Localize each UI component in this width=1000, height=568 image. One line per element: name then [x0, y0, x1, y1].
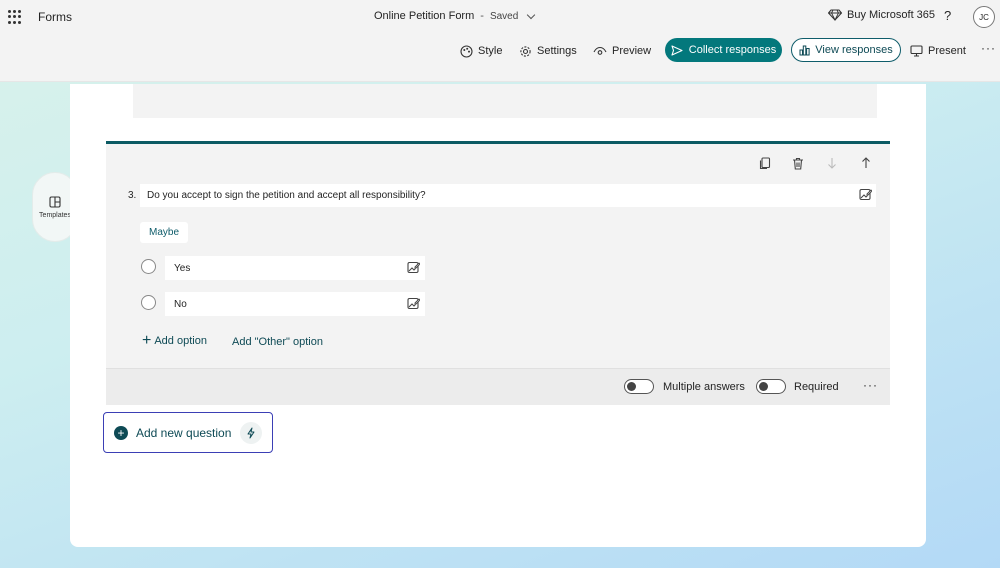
- chart-icon: [799, 45, 810, 55]
- document-title-area[interactable]: Online Petition Form - Saved: [374, 10, 536, 22]
- avatar[interactable]: JC: [973, 6, 995, 28]
- add-other-option-button[interactable]: Add "Other" option: [232, 336, 323, 348]
- toggle-knob: [627, 382, 636, 391]
- option-input[interactable]: Yes: [165, 256, 425, 280]
- view-responses-label: View responses: [815, 44, 893, 56]
- document-title[interactable]: Online Petition Form: [374, 10, 474, 22]
- multiple-answers-label: Multiple answers: [663, 381, 745, 393]
- multiple-answers-toggle[interactable]: [624, 379, 654, 394]
- buy-microsoft-365-button[interactable]: Buy Microsoft 365: [828, 9, 935, 21]
- arrow-up-icon: [862, 157, 870, 168]
- trash-icon: [793, 157, 803, 170]
- question-text-input[interactable]: Do you accept to sign the petition and a…: [140, 184, 876, 207]
- option-radio[interactable]: [141, 259, 156, 274]
- arrow-down-icon: [828, 158, 836, 169]
- option-media-button[interactable]: [407, 297, 421, 315]
- style-label: Style: [478, 45, 503, 57]
- plus-circle-icon: +: [114, 425, 128, 440]
- option-input[interactable]: No: [165, 292, 425, 316]
- image-edit-icon: [859, 188, 873, 201]
- templates-icon: [49, 195, 61, 208]
- add-option-label: Add option: [154, 335, 207, 347]
- collect-responses-button[interactable]: Collect responses: [665, 38, 782, 62]
- style-button[interactable]: Style: [460, 42, 502, 60]
- question-number: 3.: [128, 190, 137, 201]
- preview-label: Preview: [612, 45, 652, 57]
- delete-question-button[interactable]: [791, 156, 805, 170]
- present-label: Present: [928, 45, 966, 57]
- send-icon: [671, 44, 683, 56]
- move-up-button[interactable]: [859, 156, 873, 170]
- more-options-button[interactable]: ···: [981, 41, 996, 55]
- present-button[interactable]: Present: [910, 42, 966, 60]
- help-button[interactable]: ?: [944, 8, 951, 23]
- buy-label: Buy Microsoft 365: [847, 9, 936, 21]
- app-grid-icon[interactable]: [8, 10, 22, 24]
- add-new-question-label: Add new question: [136, 425, 232, 440]
- image-edit-icon: [407, 261, 421, 274]
- move-down-button[interactable]: [825, 156, 839, 170]
- diamond-icon: [828, 9, 842, 21]
- preview-button[interactable]: Preview: [593, 42, 651, 60]
- required-label: Required: [794, 381, 839, 393]
- previous-question-card[interactable]: [133, 84, 877, 118]
- suggested-option-chip[interactable]: Maybe: [140, 222, 189, 243]
- save-status: Saved: [489, 10, 519, 22]
- option-media-button[interactable]: [407, 261, 421, 279]
- question-more-button[interactable]: ···: [863, 378, 878, 392]
- view-responses-button[interactable]: View responses: [791, 38, 901, 62]
- insert-media-button[interactable]: [859, 188, 873, 206]
- eye-icon: [593, 46, 607, 55]
- templates-label: Templates: [39, 211, 71, 219]
- sparkle-icon: [247, 427, 255, 439]
- chevron-down-icon[interactable]: [527, 10, 536, 19]
- app-name[interactable]: Forms: [38, 10, 72, 24]
- option-radio[interactable]: [141, 295, 156, 310]
- style-icon: [460, 44, 473, 58]
- title-separator: -: [480, 10, 484, 22]
- image-edit-icon: [407, 297, 421, 310]
- toggle-knob: [759, 382, 768, 391]
- collect-responses-label: Collect responses: [688, 44, 777, 56]
- copy-icon: [759, 156, 771, 169]
- settings-label: Settings: [537, 45, 577, 57]
- add-option-button[interactable]: + Add option: [142, 332, 207, 349]
- ai-suggest-button[interactable]: [240, 422, 262, 444]
- required-toggle[interactable]: [756, 379, 786, 394]
- copy-question-button[interactable]: [758, 156, 772, 170]
- present-icon: [910, 45, 923, 57]
- plus-icon: +: [142, 332, 152, 349]
- gear-icon: [520, 45, 531, 57]
- settings-button[interactable]: Settings: [519, 42, 577, 60]
